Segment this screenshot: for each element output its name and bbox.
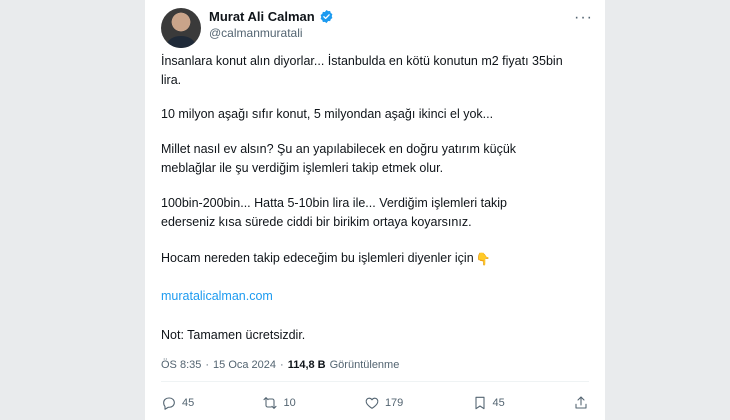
- tweet-paragraph-7: Not: Tamamen ücretsizdir.: [161, 328, 306, 342]
- reply-button[interactable]: 45: [161, 395, 194, 411]
- tweet-paragraph-5-text: Hocam nereden takip edeceğim bu işlemler…: [161, 251, 474, 265]
- pointing-down-emoji: 👇: [475, 251, 491, 266]
- views-count: 114,8 B: [287, 359, 326, 371]
- bookmark-button[interactable]: 45: [472, 395, 505, 411]
- tweet-paragraph-1: İnsanlara konut alın diyorlar... İstanbu…: [161, 54, 563, 87]
- share-button[interactable]: [573, 395, 589, 411]
- author-name[interactable]: Murat Ali Calman: [209, 9, 315, 24]
- meta-separator: ·: [205, 359, 210, 371]
- tweet-paragraph-2: 10 milyon aşağı sıfır konut, 5 milyondan…: [161, 107, 494, 121]
- bookmark-count: 45: [492, 397, 505, 409]
- tweet-paragraph-5: Hocam nereden takip edeceğim bu işlemler…: [161, 249, 491, 268]
- action-bar: 45 10 179 45: [161, 395, 589, 411]
- share-icon: [575, 396, 587, 409]
- more-icon[interactable]: ···: [574, 9, 593, 27]
- website-link[interactable]: muratalicalman.com: [161, 287, 273, 306]
- bookmark-icon: [474, 396, 485, 410]
- views-label: Görüntülenme: [329, 359, 400, 371]
- like-button[interactable]: 179: [364, 395, 403, 411]
- like-icon: [365, 397, 379, 409]
- like-count: 179: [384, 397, 404, 409]
- tweet-paragraph-3: Millet nasıl ev alsın? Şu an yapılabilec…: [161, 142, 517, 175]
- repost-icon: [263, 397, 278, 409]
- tweet-card: Murat Ali Calman @calmanmuratali ··· İns…: [145, 0, 605, 420]
- avatar[interactable]: [161, 8, 201, 48]
- repost-count: 10: [283, 397, 296, 409]
- tweet-date[interactable]: 15 Oca 2024: [213, 359, 276, 371]
- author-row: Murat Ali Calman: [209, 9, 334, 24]
- meta-separator: ·: [280, 359, 284, 371]
- reply-icon: [163, 397, 175, 410]
- avatar-shirt: [167, 36, 195, 48]
- divider: [161, 381, 589, 382]
- tweet-time[interactable]: ÖS 8:35: [161, 359, 201, 371]
- repost-button[interactable]: 10: [262, 395, 296, 411]
- tweet-meta: ÖS 8:35 · 15 Oca 2024 · 114,8 B Görüntül…: [161, 359, 399, 371]
- reply-count: 45: [182, 397, 195, 409]
- tweet-paragraph-4: 100bin-200bin... Hatta 5-10bin lira ile.…: [161, 196, 508, 229]
- verified-badge-icon: [320, 9, 333, 24]
- author-handle[interactable]: @calmanmuratali: [209, 26, 303, 40]
